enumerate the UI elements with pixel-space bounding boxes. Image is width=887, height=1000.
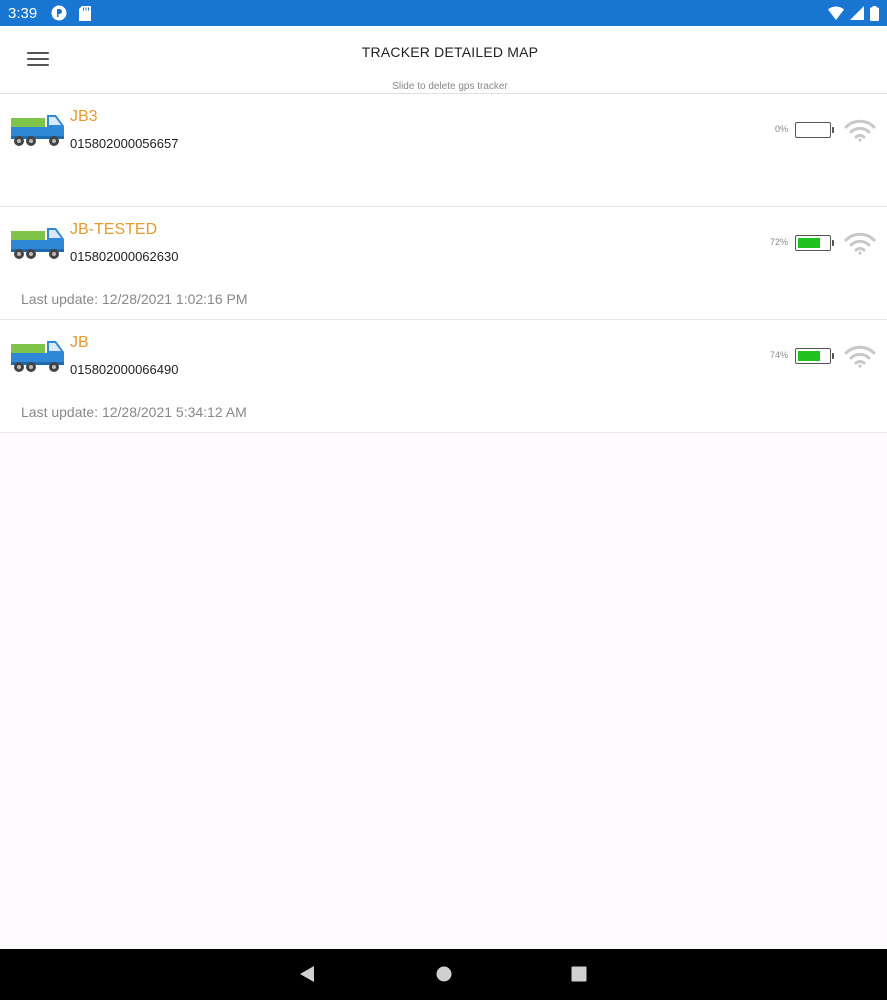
signal-wifi-icon bbox=[844, 232, 876, 255]
tracker-name: JB-TESTED bbox=[70, 221, 158, 238]
sd-card-icon bbox=[79, 5, 92, 21]
navigation-bar bbox=[0, 949, 887, 1000]
battery-fill bbox=[798, 351, 821, 361]
app-bar: TRACKER DETAILED MAP Slide to delete gps… bbox=[0, 26, 887, 94]
battery-indicator bbox=[795, 122, 834, 138]
wifi-icon bbox=[828, 6, 844, 20]
status-time: 3:39 bbox=[8, 4, 38, 22]
battery-percent: 0% bbox=[774, 124, 788, 134]
tracker-id: 015802000062630 bbox=[70, 249, 179, 264]
recents-icon[interactable] bbox=[570, 965, 588, 983]
tracker-last-update: Last update: 12/28/2021 5:34:12 AM bbox=[21, 404, 247, 420]
tracker-id: 015802000056657 bbox=[70, 136, 179, 151]
battery-percent: 72% bbox=[769, 237, 788, 247]
tracker-row[interactable]: JB3 015802000056657 0% bbox=[0, 94, 887, 207]
menu-line bbox=[27, 64, 49, 66]
battery-indicator bbox=[795, 348, 834, 364]
battery-indicator bbox=[795, 235, 834, 251]
tracker-last-update: Last update: 12/28/2021 1:02:16 PM bbox=[21, 291, 248, 307]
signal-wifi-icon bbox=[844, 119, 876, 142]
cell-signal-icon bbox=[850, 6, 864, 20]
truck-icon bbox=[11, 341, 64, 372]
tracker-row[interactable]: JB 015802000066490 Last update: 12/28/20… bbox=[0, 320, 887, 433]
tracker-name: JB3 bbox=[70, 108, 98, 125]
status-bar: 3:39 bbox=[0, 0, 887, 26]
truck-icon bbox=[11, 115, 64, 146]
back-icon[interactable] bbox=[298, 965, 316, 983]
battery-icon bbox=[870, 5, 879, 21]
page-subtitle: Slide to delete gps tracker bbox=[392, 81, 508, 92]
tracker-name: JB bbox=[70, 334, 89, 351]
tracker-row[interactable]: JB-TESTED 015802000062630 Last update: 1… bbox=[0, 207, 887, 320]
page-title: TRACKER DETAILED MAP bbox=[361, 44, 539, 60]
battery-percent: 74% bbox=[769, 350, 788, 360]
battery-fill bbox=[798, 238, 820, 248]
tracker-id: 015802000066490 bbox=[70, 362, 179, 377]
home-icon[interactable] bbox=[435, 965, 453, 983]
signal-wifi-icon bbox=[844, 345, 876, 368]
tracker-list: JB3 015802000056657 0% JB-TESTED 0158020… bbox=[0, 94, 887, 433]
truck-icon bbox=[11, 228, 64, 259]
app-notification-icon bbox=[51, 5, 67, 21]
